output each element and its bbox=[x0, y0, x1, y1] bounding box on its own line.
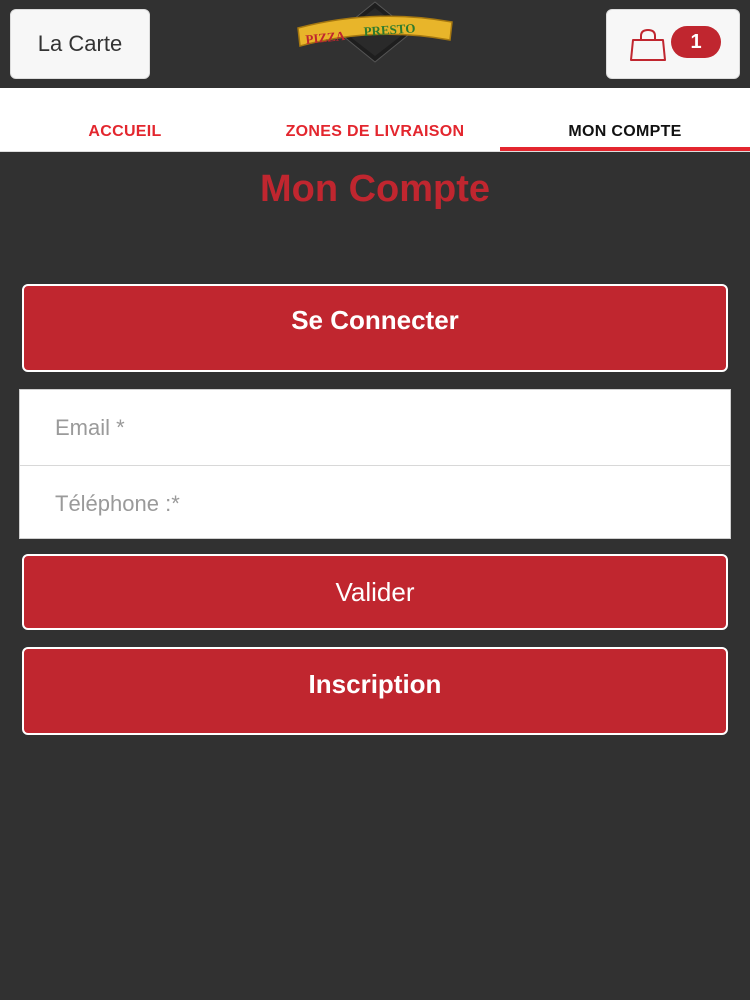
logo-text-presto: PRESTO bbox=[363, 20, 416, 39]
pizza-presto-logo[interactable]: PIZZA PRESTO bbox=[290, 0, 460, 70]
valider-button[interactable]: Valider bbox=[22, 554, 728, 630]
main-tabs: ACCUEIL ZONES DE LIVRAISON MON COMPTE bbox=[0, 88, 750, 152]
shopping-bag-icon bbox=[629, 28, 667, 62]
cart-count-badge: 1 bbox=[671, 26, 721, 58]
tab-accueil[interactable]: ACCUEIL bbox=[0, 88, 250, 152]
se-connecter-button[interactable]: Se Connecter bbox=[22, 284, 728, 372]
cart-button[interactable]: 1 bbox=[606, 9, 740, 79]
tab-zones-de-livraison[interactable]: ZONES DE LIVRAISON bbox=[250, 88, 500, 152]
page-title: Mon Compte bbox=[259, 168, 491, 210]
active-tab-indicator bbox=[500, 147, 750, 151]
logo-text-pizza: PIZZA bbox=[305, 28, 347, 47]
email-field[interactable] bbox=[20, 390, 730, 465]
tab-mon-compte[interactable]: MON COMPTE bbox=[500, 88, 750, 152]
login-form bbox=[19, 389, 731, 541]
la-carte-button[interactable]: La Carte bbox=[10, 9, 150, 79]
top-bar: La Carte PIZZA PRESTO 1 bbox=[0, 0, 750, 88]
inscription-button[interactable]: Inscription bbox=[22, 647, 728, 735]
phone-field[interactable] bbox=[20, 466, 730, 541]
